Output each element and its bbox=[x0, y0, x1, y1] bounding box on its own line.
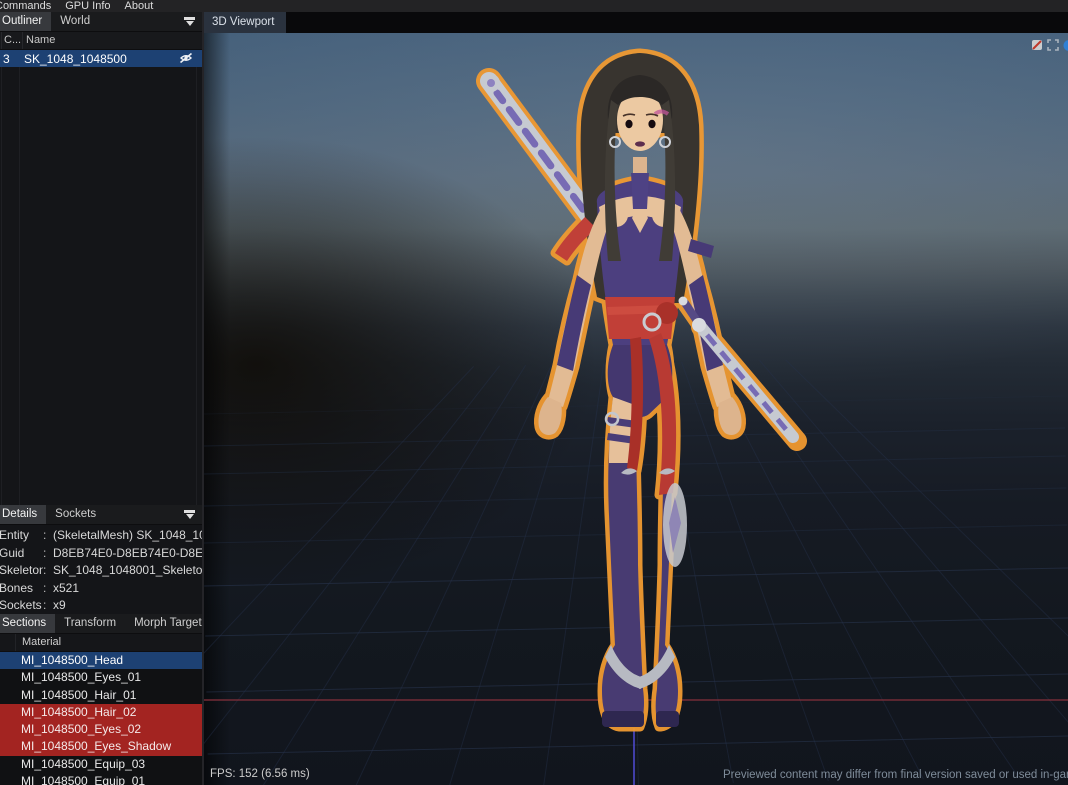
material-row[interactable]: MI_1048500_Hair_02 bbox=[0, 704, 202, 721]
hip-sword bbox=[679, 297, 794, 438]
bicep-band bbox=[688, 239, 714, 258]
row-count: 3 bbox=[1, 52, 21, 66]
arm-right bbox=[667, 205, 732, 407]
column-name: Name bbox=[23, 32, 202, 49]
thigh-strap bbox=[607, 417, 637, 428]
menu-bar: Commands GPU Info About bbox=[0, 0, 1068, 12]
hair-back bbox=[581, 53, 700, 303]
material-list: MI_1048500_Head MI_1048500_Eyes_01 MI_10… bbox=[0, 652, 202, 785]
menu-about[interactable]: About bbox=[125, 0, 154, 12]
back-sword bbox=[482, 74, 607, 240]
material-row[interactable]: MI_1048500_Hair_01 bbox=[0, 687, 202, 704]
preview-disclaimer: Previewed content may differ from final … bbox=[723, 769, 1068, 781]
material-row[interactable]: MI_1048500_Equip_01 bbox=[0, 773, 202, 785]
character-model[interactable] bbox=[445, 45, 835, 740]
detail-sockets: Sockets:x9 bbox=[0, 597, 202, 615]
thigh-ring bbox=[606, 413, 618, 425]
sleeve-left bbox=[557, 275, 591, 371]
viewport-tabstrip: 3D Viewport bbox=[204, 12, 1068, 33]
material-row[interactable]: MI_1048500_Eyes_01 bbox=[0, 669, 202, 686]
focus-icon[interactable] bbox=[1047, 39, 1059, 51]
neck-skin bbox=[633, 157, 647, 177]
tab-transform[interactable]: Transform bbox=[55, 614, 125, 633]
eye-marking bbox=[655, 112, 668, 115]
ground-grid bbox=[204, 33, 1068, 785]
sash-tail bbox=[649, 333, 676, 495]
dock-menu-icon[interactable] bbox=[184, 510, 195, 519]
detail-bones: Bones:x521 bbox=[0, 580, 202, 598]
eye bbox=[648, 120, 655, 128]
viewport-canvas[interactable]: FPS: 152 (6.56 ms) Previewed content may… bbox=[204, 33, 1068, 785]
outliner-tree-area[interactable] bbox=[0, 67, 202, 505]
info-icon[interactable] bbox=[1063, 39, 1068, 52]
tab-sockets[interactable]: Sockets bbox=[46, 505, 105, 524]
left-dock-panel: Outliner World C... Name 3 SK_1048_10485… bbox=[0, 12, 202, 785]
app-window: Commands GPU Info About Outliner World C… bbox=[0, 0, 1068, 785]
menu-gpu-info[interactable]: GPU Info bbox=[65, 0, 110, 12]
arm-left bbox=[548, 205, 613, 407]
hand-right bbox=[718, 397, 741, 435]
earring bbox=[660, 137, 670, 147]
viewport-toolbar bbox=[1031, 38, 1068, 52]
detail-skeleton: Skeleton:SK_1048_1048001_Skeleton bbox=[0, 562, 202, 580]
sections-tabstrip: Sections Transform Morph Targets bbox=[0, 614, 202, 634]
outliner-header: C... Name bbox=[0, 32, 202, 50]
eye-off-icon[interactable] bbox=[179, 52, 193, 67]
tab-morph-targets[interactable]: Morph Targets bbox=[125, 614, 202, 633]
material-row[interactable]: MI_1048500_Eyes_Shadow bbox=[0, 738, 202, 755]
thigh-right-skin bbox=[665, 397, 671, 463]
tab-world[interactable]: World bbox=[51, 12, 99, 31]
tab-3d-viewport[interactable]: 3D Viewport bbox=[204, 12, 286, 33]
bangs bbox=[608, 75, 672, 119]
details-tabstrip: Details Sockets bbox=[0, 505, 202, 525]
tab-sections[interactable]: Sections bbox=[0, 614, 55, 633]
sash-tail bbox=[627, 337, 643, 471]
outliner-tabstrip: Outliner World bbox=[0, 12, 202, 32]
lips bbox=[635, 141, 645, 146]
leg-right bbox=[656, 397, 678, 727]
thigh-strap bbox=[607, 433, 636, 444]
dock-menu-icon[interactable] bbox=[184, 17, 195, 26]
detail-entity: Entity:(SkeletalMesh) SK_1048_1048500 bbox=[0, 527, 202, 545]
side-lock bbox=[605, 100, 621, 261]
sleeve-right bbox=[689, 275, 723, 371]
selection-outline bbox=[489, 53, 797, 727]
column-material: Material bbox=[16, 634, 202, 651]
tab-details[interactable]: Details bbox=[0, 505, 46, 524]
no-texture-icon[interactable] bbox=[1031, 39, 1043, 51]
material-row[interactable]: MI_1048500_Head bbox=[0, 652, 202, 669]
leg-left bbox=[602, 397, 644, 727]
material-row[interactable]: MI_1048500_Eyes_02 bbox=[0, 721, 202, 738]
torso-suit bbox=[597, 181, 683, 417]
waist-sash bbox=[605, 297, 675, 339]
side-lock bbox=[659, 100, 675, 261]
detail-guid: Guid:D8EB74E0-D8EB74E0-D8EB74E0-D8EB74E0 bbox=[0, 545, 202, 563]
eye bbox=[625, 120, 632, 128]
outliner-row-sk-1048[interactable]: 3 SK_1048_1048500 bbox=[0, 50, 202, 67]
earring bbox=[610, 137, 620, 147]
head bbox=[605, 75, 675, 261]
material-row[interactable]: MI_1048500_Equip_03 bbox=[0, 756, 202, 773]
tab-outliner[interactable]: Outliner bbox=[0, 12, 51, 31]
viewport-pane: 3D Viewport bbox=[204, 12, 1068, 785]
column-count: C... bbox=[2, 32, 23, 49]
sash-ribbon-left bbox=[555, 217, 597, 261]
sash-ring bbox=[644, 314, 660, 330]
boot-details bbox=[602, 468, 687, 727]
leotard-bottom bbox=[608, 345, 673, 417]
hand-left bbox=[538, 397, 561, 435]
chest-skin bbox=[599, 196, 681, 227]
fps-counter: FPS: 152 (6.56 ms) bbox=[210, 768, 310, 780]
thigh-left-skin bbox=[609, 397, 635, 463]
row-name: SK_1048_1048500 bbox=[21, 52, 202, 66]
menu-commands[interactable]: Commands bbox=[0, 0, 51, 12]
collar-strap bbox=[631, 173, 649, 209]
material-header: Material bbox=[0, 634, 202, 652]
sash-knot bbox=[656, 302, 678, 324]
details-fields: Entity:(SkeletalMesh) SK_1048_1048500 Gu… bbox=[0, 525, 202, 614]
